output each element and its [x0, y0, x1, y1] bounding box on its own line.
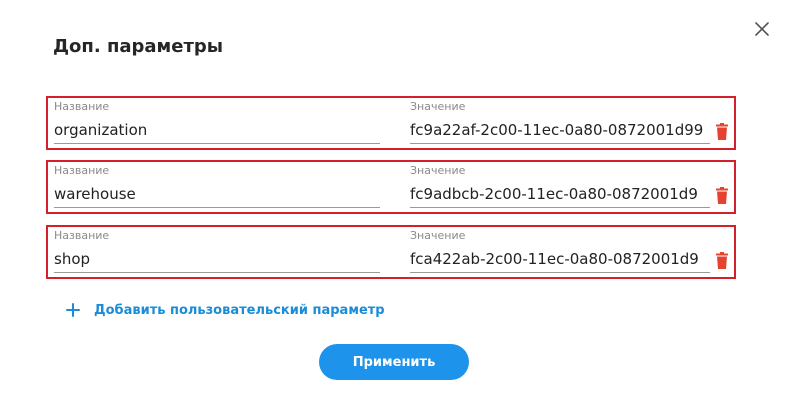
param-row-shop: Название shop Значение fca422ab-2c00-11e…: [46, 225, 736, 279]
param-value-field: Значение fc9a22af-2c00-11ec-0a80-0872001…: [410, 98, 710, 148]
param-value-input[interactable]: fc9a22af-2c00-11ec-0a80-0872001d99: [410, 116, 710, 144]
param-name-input[interactable]: organization: [54, 116, 380, 144]
delete-param-trash-icon[interactable]: [714, 123, 730, 141]
param-name-field: Название warehouse: [54, 162, 380, 212]
param-row-organization: Название organization Значение fc9a22af-…: [46, 96, 736, 150]
param-name-field: Название organization: [54, 98, 380, 148]
param-value-field: Значение fc9adbcb-2c00-11ec-0a80-0872001…: [410, 162, 710, 212]
param-value-label: Значение: [410, 100, 466, 113]
param-name-label: Название: [54, 100, 110, 113]
param-name-field: Название shop: [54, 227, 380, 277]
delete-param-trash-icon[interactable]: [714, 187, 730, 205]
add-custom-param-link[interactable]: Добавить пользовательский параметр: [66, 300, 385, 320]
param-name-label: Название: [54, 164, 110, 177]
plus-icon: [66, 303, 80, 317]
param-value-label: Значение: [410, 229, 466, 242]
param-name-input[interactable]: shop: [54, 245, 380, 273]
close-icon[interactable]: [752, 19, 772, 39]
param-name-label: Название: [54, 229, 110, 242]
param-row-warehouse: Название warehouse Значение fc9adbcb-2c0…: [46, 160, 736, 214]
add-custom-param-label: Добавить пользовательский параметр: [94, 302, 385, 318]
param-value-field: Значение fca422ab-2c00-11ec-0a80-0872001…: [410, 227, 710, 277]
param-value-label: Значение: [410, 164, 466, 177]
param-value-input[interactable]: fca422ab-2c00-11ec-0a80-0872001d9: [410, 245, 710, 273]
dialog-title: Доп. параметры: [53, 36, 224, 57]
param-value-input[interactable]: fc9adbcb-2c00-11ec-0a80-0872001d9: [410, 180, 710, 208]
dialog: Доп. параметры Название organization Зна…: [0, 0, 789, 401]
delete-param-trash-icon[interactable]: [714, 252, 730, 270]
apply-button[interactable]: Применить: [319, 344, 469, 380]
param-name-input[interactable]: warehouse: [54, 180, 380, 208]
